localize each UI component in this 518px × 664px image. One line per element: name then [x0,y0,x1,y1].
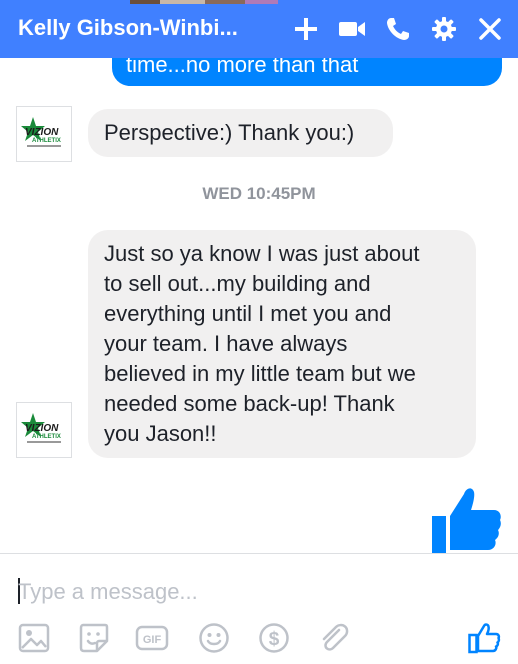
image-icon[interactable] [16,620,52,656]
message-timestamp: WED 10:45PM [202,184,316,203]
payment-icon[interactable]: $ [256,620,292,656]
incoming-message-text: Perspective:) Thank you:) [104,120,355,145]
incoming-message-bubble: Just so ya know I was just about to sell… [88,230,476,458]
avatar[interactable]: VIZION ATHLETIX [16,402,72,458]
gif-icon[interactable]: GIF [134,620,170,656]
chat-header: Kelly Gibson-Winbi... [0,0,518,58]
message-input[interactable] [18,576,498,608]
avatar-logo-text: VIZION [25,127,59,138]
like-icon[interactable] [466,620,502,656]
avatar-logo-subtext: ATHLETIX [32,138,61,144]
gear-icon[interactable] [428,13,460,45]
outgoing-message-bubble: time...no more than that [112,58,502,86]
incoming-message-line: needed some back-up! Thank [104,391,395,416]
incoming-message-line: your team. I have always [104,331,348,356]
incoming-message-bubble: Perspective:) Thank you:) [88,109,393,157]
sticker-icon[interactable] [76,620,112,656]
gif-label: GIF [143,634,162,646]
video-call-icon[interactable] [336,13,368,45]
message-composer: GIF $ [0,554,518,664]
outgoing-message-text: time...no more than that [126,58,359,77]
header-photo-strip [130,0,278,4]
payment-symbol: $ [269,629,280,650]
thumbs-up-icon [428,484,504,556]
incoming-message-line: to sell out...my building and [104,271,371,296]
emoji-icon[interactable] [196,620,232,656]
message-list[interactable]: time...no more than that VIZION ATHLETIX… [0,58,518,553]
incoming-message-line: you Jason!! [104,421,217,446]
incoming-message-line: Just so ya know I was just about [104,241,420,266]
attachment-icon[interactable] [316,620,352,656]
avatar-logo-text: VIZION [25,423,59,434]
incoming-message-line: believed in my little team but we [104,361,416,386]
chat-title[interactable]: Kelly Gibson-Winbi... [18,15,238,41]
phone-call-icon[interactable] [382,13,414,45]
avatar[interactable]: VIZION ATHLETIX [16,106,72,162]
incoming-message-line: everything until I met you and [104,301,392,326]
close-icon[interactable] [474,13,506,45]
avatar-logo-subtext: ATHLETIX [32,434,61,440]
add-person-icon[interactable] [290,13,322,45]
